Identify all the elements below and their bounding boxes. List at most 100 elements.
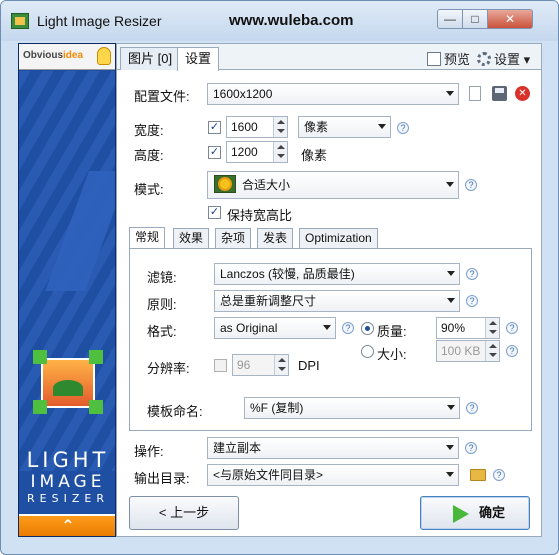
format-label: 格式: [147, 324, 177, 339]
preview-button[interactable]: 预览 [427, 49, 470, 68]
template-select[interactable]: %F (复制) [244, 397, 460, 419]
width-checkbox[interactable]: ✓ [208, 121, 221, 134]
settings-menu-button[interactable]: 设置 ▾ [477, 49, 530, 68]
dropdown-arrow-icon [447, 405, 455, 410]
help-icon[interactable]: ? [465, 442, 477, 454]
height-input[interactable]: 1200 [226, 141, 288, 163]
filter-select[interactable]: Lanczos (较慢, 品质最佳) [214, 263, 460, 285]
brand-header: Obviousidea [19, 44, 115, 70]
help-icon[interactable]: ? [466, 402, 478, 414]
logo-text-light: LIGHT [26, 448, 110, 472]
size-label: 大小: [377, 347, 407, 362]
logo-text-resizer: RESIZER [27, 492, 109, 505]
help-icon[interactable]: ? [465, 179, 477, 191]
dropdown-arrow-icon [446, 472, 454, 477]
delete-icon[interactable]: ✕ [515, 86, 530, 101]
title-bar: Light Image Resizer www.wuleba.com — □ ✕ [1, 1, 558, 41]
sidebar-footer: ⌃ [19, 514, 115, 536]
general-panel: 滤镜: Lanczos (较慢, 品质最佳) ? 原则: 总是重新调整尺寸 ? … [129, 248, 532, 431]
tab-publish[interactable]: 发表 [257, 228, 294, 248]
height-label: 高度: [134, 148, 164, 163]
dpi-label: 分辨率: [147, 361, 190, 376]
new-profile-icon[interactable] [469, 86, 481, 101]
height-unit-label: 像素 [301, 148, 328, 163]
main-tabbar: 图片 [0] 设置 预览 设置 ▾ [117, 44, 541, 71]
quality-label: 质量: [377, 324, 407, 339]
tab-effects[interactable]: 效果 [173, 228, 210, 248]
app-icon [11, 13, 29, 29]
brand-sidebar: Obviousidea LIGHT IMAGE RESIZER ⌃ [18, 43, 116, 537]
keep-ratio-label: 保持宽高比 [227, 208, 293, 223]
height-stepper[interactable] [273, 142, 287, 162]
arrow-icon [89, 350, 103, 364]
mode-select[interactable]: 合适大小 [207, 171, 459, 199]
size-stepper[interactable] [485, 341, 499, 361]
minimize-button[interactable]: — [437, 9, 463, 29]
tab-general[interactable]: 常规 [129, 227, 166, 248]
gear-icon [477, 52, 491, 66]
arrow-icon [33, 350, 47, 364]
format-select[interactable]: as Original [214, 317, 336, 339]
tab-optimization[interactable]: Optimization [299, 228, 378, 248]
rule-label: 原则: [147, 297, 177, 312]
app-window: Light Image Resizer www.wuleba.com — □ ✕… [0, 0, 559, 555]
width-label: 宽度: [134, 123, 164, 138]
logo-text-image: IMAGE [30, 472, 106, 492]
template-label: 模板命名: [147, 404, 203, 419]
maximize-button[interactable]: □ [462, 9, 488, 29]
width-stepper[interactable] [273, 117, 287, 137]
quality-stepper[interactable] [485, 318, 499, 338]
tab-misc[interactable]: 杂项 [215, 228, 252, 248]
help-icon[interactable]: ? [506, 322, 518, 334]
width-input[interactable]: 1600 [226, 116, 288, 138]
main-panel: 图片 [0] 设置 预览 设置 ▾ 配置文件: 1600x1200 ✕ 宽度: … [116, 43, 542, 537]
rule-select[interactable]: 总是重新调整尺寸 [214, 290, 460, 312]
unit-select[interactable]: 像素 [298, 116, 391, 138]
window-title: Light Image Resizer [37, 13, 162, 29]
chevron-down-icon: ▾ [523, 52, 531, 67]
output-select[interactable]: <与原始文件同目录> [207, 464, 459, 486]
operation-label: 操作: [134, 444, 164, 459]
help-icon[interactable]: ? [397, 122, 409, 134]
lightning-decoration [45, 171, 115, 291]
folder-icon[interactable] [470, 469, 486, 481]
size-input[interactable]: 100 KB [436, 340, 500, 362]
lightbulb-icon [97, 47, 111, 65]
help-icon[interactable]: ? [466, 268, 478, 280]
preview-icon [427, 52, 441, 66]
quality-radio[interactable] [361, 322, 374, 335]
close-button[interactable]: ✕ [487, 9, 533, 29]
quality-input[interactable]: 90% [436, 317, 500, 339]
size-radio[interactable] [361, 345, 374, 358]
dpi-input[interactable]: 96 [232, 354, 289, 376]
dropdown-arrow-icon [446, 182, 454, 187]
arrow-icon [89, 400, 103, 414]
keep-ratio-checkbox[interactable]: ✓ [208, 206, 221, 219]
play-arrow-icon [453, 505, 469, 523]
dpi-checkbox[interactable] [214, 359, 227, 372]
resize-logo-icon [41, 358, 95, 408]
dropdown-arrow-icon [447, 298, 455, 303]
tab-images[interactable]: 图片 [0] [120, 47, 181, 70]
height-checkbox[interactable]: ✓ [208, 146, 221, 159]
site-url: www.wuleba.com [229, 12, 354, 29]
dpi-stepper[interactable] [274, 355, 288, 375]
help-icon[interactable]: ? [466, 295, 478, 307]
collapse-chevron-icon[interactable]: ⌃ [55, 517, 81, 536]
ok-button[interactable]: 确定 [420, 496, 530, 530]
operation-select[interactable]: 建立副本 [207, 437, 459, 459]
dpi-unit-label: DPI [298, 358, 320, 373]
help-icon[interactable]: ? [506, 345, 518, 357]
help-icon[interactable]: ? [342, 322, 354, 334]
arrow-icon [33, 400, 47, 414]
help-icon[interactable]: ? [493, 469, 505, 481]
profile-label: 配置文件: [134, 89, 190, 104]
save-icon[interactable] [492, 86, 507, 101]
filter-label: 滤镜: [147, 270, 177, 285]
back-button[interactable]: < 上一步 [129, 496, 239, 530]
mode-label: 模式: [134, 182, 164, 197]
profile-select[interactable]: 1600x1200 [207, 83, 459, 105]
tab-settings[interactable]: 设置 [177, 47, 220, 71]
brand-logo: Obviousidea [23, 50, 84, 61]
output-label: 输出目录: [134, 471, 190, 486]
